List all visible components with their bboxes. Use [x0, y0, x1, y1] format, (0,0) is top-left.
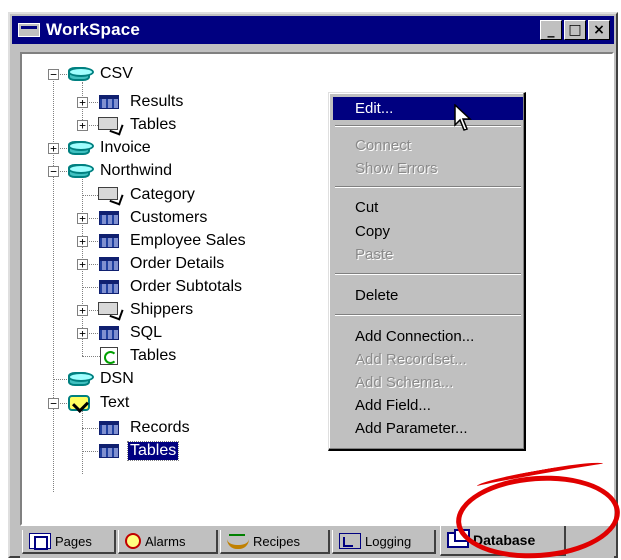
tree-item-invoice[interactable]: Invoice [66, 137, 153, 159]
context-menu: Edit... Connect Show Errors Cut Copy Pas… [328, 92, 526, 451]
expander-employee-sales[interactable]: + [77, 236, 88, 247]
expander-csv[interactable]: − [48, 69, 59, 80]
tree-item-employee-sales[interactable]: Employee Sales [96, 230, 248, 252]
menu-separator [335, 186, 521, 188]
mouse-pointer-icon [454, 104, 472, 131]
alarm-clock-icon [125, 533, 141, 549]
minimize-button[interactable]: _ [540, 20, 562, 40]
title-bar[interactable]: WorkSpace _ □ × [12, 16, 614, 44]
table-icon [96, 255, 122, 273]
table-icon [96, 324, 122, 342]
tree-item-text-tables[interactable]: Tables [96, 440, 180, 462]
tree-item-order-details[interactable]: Order Details [96, 253, 226, 275]
table-icon [96, 209, 122, 227]
tree-item-dsn[interactable]: DSN [66, 368, 136, 390]
menu-item-paste: Paste [355, 246, 394, 263]
expander-shippers[interactable]: + [77, 305, 88, 316]
menu-separator [335, 273, 521, 275]
expander-csv-results[interactable]: + [77, 97, 88, 108]
query-icon [96, 301, 122, 319]
tab-pages[interactable]: Pages [22, 530, 116, 554]
tree-item-text[interactable]: Text [66, 392, 131, 414]
tree-item-shippers[interactable]: Shippers [96, 299, 195, 321]
refresh-icon [96, 347, 122, 365]
tree-item-csv[interactable]: CSV [66, 63, 135, 85]
menu-item-cut[interactable]: Cut [333, 196, 523, 219]
menu-separator [335, 125, 521, 127]
recipe-bowl-icon [227, 533, 249, 549]
expander-sql[interactable]: + [77, 328, 88, 339]
expander-customers[interactable]: + [77, 213, 88, 224]
maximize-button[interactable]: □ [564, 20, 586, 40]
text-datasource-icon [66, 394, 92, 412]
expander-csv-tables[interactable]: + [77, 120, 88, 131]
menu-item-show-errors: Show Errors [355, 160, 438, 177]
table-icon [96, 93, 122, 111]
tree-item-csv-tables[interactable]: Tables [96, 114, 178, 136]
tree-item-category[interactable]: Category [96, 184, 197, 206]
pages-icon [29, 533, 51, 550]
menu-item-edit[interactable]: Edit... [333, 97, 523, 120]
menu-item-add-recordset: Add Recordset... [355, 351, 467, 368]
tree-item-northwind-tables[interactable]: Tables [96, 345, 178, 367]
tree-item-northwind[interactable]: Northwind [66, 160, 174, 182]
window-title: WorkSpace [46, 20, 141, 39]
query-icon [96, 116, 122, 134]
table-icon [96, 232, 122, 250]
tree-item-csv-results[interactable]: Results [96, 91, 185, 113]
database-icon [66, 162, 94, 180]
menu-separator [335, 314, 521, 316]
menu-item-add-connection[interactable]: Add Connection... [333, 325, 523, 348]
menu-item-add-field[interactable]: Add Field... [333, 394, 523, 417]
expander-northwind[interactable]: − [48, 166, 59, 177]
menu-item-add-parameter[interactable]: Add Parameter... [333, 417, 523, 440]
tab-recipes[interactable]: Recipes [220, 530, 330, 554]
selected-node-label: Tables [126, 441, 180, 461]
expander-order-details[interactable]: + [77, 259, 88, 270]
tab-alarms[interactable]: Alarms [118, 530, 218, 554]
expander-invoice[interactable]: + [48, 143, 59, 154]
close-button[interactable]: × [588, 20, 610, 40]
table-icon [96, 419, 122, 437]
table-icon [96, 278, 122, 296]
menu-item-add-schema: Add Schema... [355, 374, 454, 391]
tree-item-records[interactable]: Records [96, 417, 192, 439]
window-icon [18, 23, 40, 37]
query-icon [96, 186, 122, 204]
menu-item-connect: Connect [355, 137, 411, 154]
menu-item-copy[interactable]: Copy [333, 220, 523, 243]
database-icon [66, 139, 94, 157]
database-icon [66, 65, 94, 83]
menu-item-delete[interactable]: Delete [333, 284, 523, 307]
tree-item-customers[interactable]: Customers [96, 207, 209, 229]
table-icon [96, 442, 122, 460]
logging-icon [339, 533, 361, 549]
database-icon [66, 370, 94, 388]
tree-item-order-subtotals[interactable]: Order Subtotals [96, 276, 244, 298]
tree-item-sql[interactable]: SQL [96, 322, 164, 344]
expander-text[interactable]: − [48, 398, 59, 409]
tab-logging[interactable]: Logging [332, 530, 436, 554]
